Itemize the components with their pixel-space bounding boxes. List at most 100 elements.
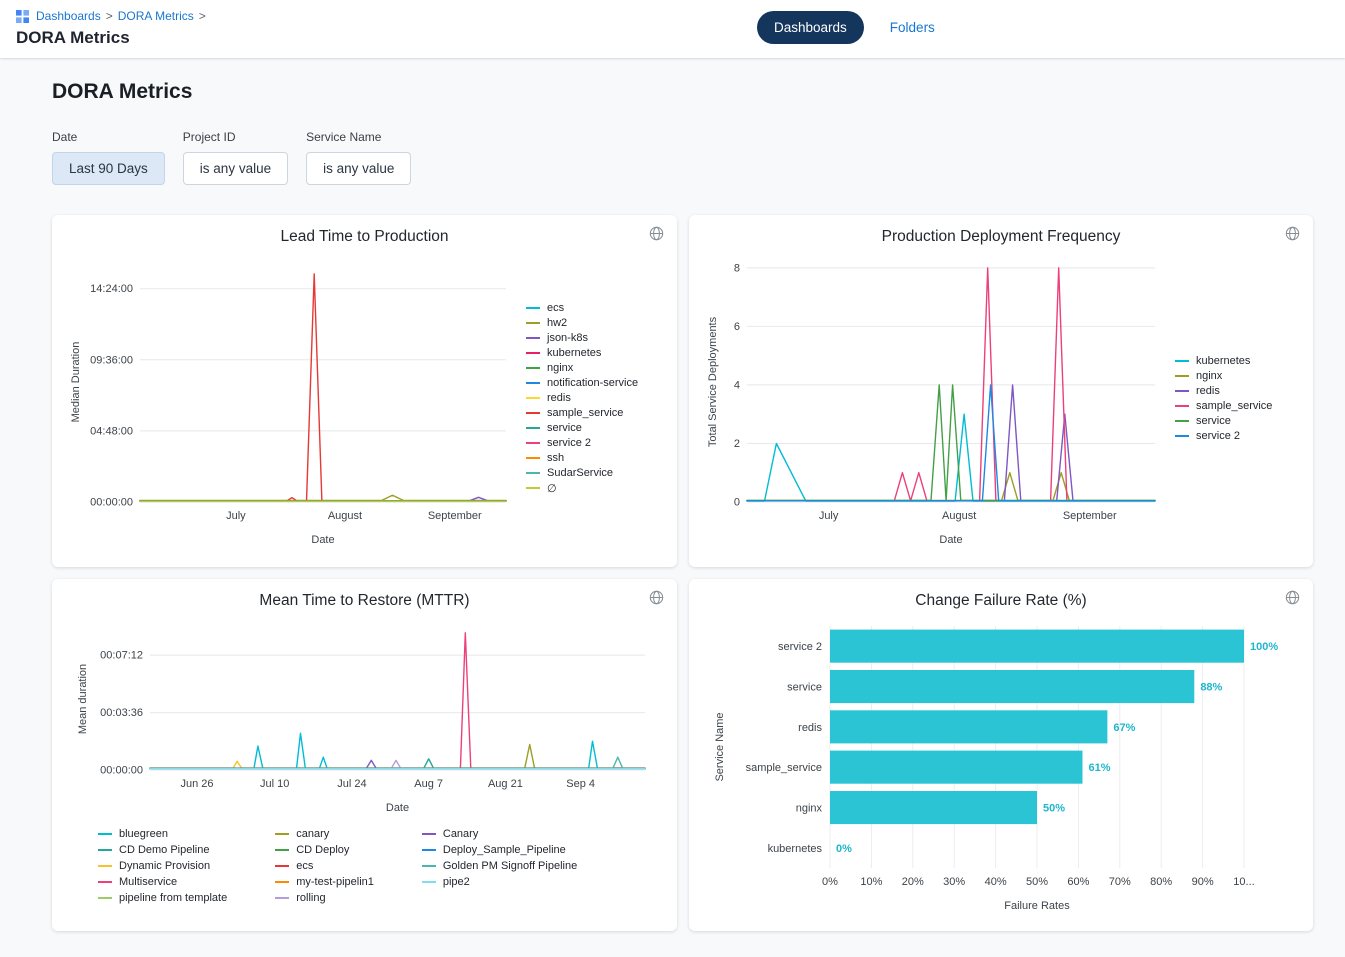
change-failure-rate-chart[interactable]: 0%10%20%30%40%50%60%70%80%90%10...servic… [712, 614, 1290, 914]
legend-swatch [1175, 420, 1189, 422]
legend-swatch [422, 881, 436, 883]
legend-swatch [422, 849, 436, 851]
legend-label: Golden PM Signoff Pipeline [443, 860, 577, 872]
legend-item: ecs [275, 860, 374, 872]
timezone-globe-icon[interactable] [1285, 226, 1300, 241]
filter-project-id: Project ID is any value [183, 130, 288, 185]
legend-item: Deploy_Sample_Pipeline [422, 844, 577, 856]
project-id-filter-button[interactable]: is any value [183, 152, 288, 185]
chart-title-deployment-frequency: Production Deployment Frequency [705, 228, 1297, 246]
legend-item: SudarService [526, 467, 638, 479]
mttr-legend: bluegreen CD Demo Pipeline Dynamic Provisi… [98, 828, 661, 904]
svg-text:Jun 26: Jun 26 [180, 778, 213, 790]
breadcrumb-link-dashboards[interactable]: Dashboards [36, 9, 101, 23]
mttr-chart[interactable]: 00:00:0000:03:3600:07:12Jun 26Jul 10Jul … [75, 614, 655, 816]
timezone-globe-icon[interactable] [1285, 590, 1300, 605]
legend-swatch [1175, 375, 1189, 377]
legend-swatch [275, 833, 289, 835]
card-deployment-frequency: Production Deployment Frequency 02468Jul… [689, 215, 1313, 567]
filter-project-id-label: Project ID [183, 130, 288, 144]
header-title: DORA Metrics [16, 28, 1329, 48]
svg-text:Service Name: Service Name [714, 712, 726, 781]
deployment-frequency-chart[interactable]: 02468JulyAugustSeptemberDateTotal Servic… [705, 248, 1165, 548]
svg-text:14:24:00: 14:24:00 [90, 283, 133, 295]
filter-service-name: Service Name is any value [306, 130, 411, 185]
filter-service-name-label: Service Name [306, 130, 411, 144]
svg-text:90%: 90% [1192, 876, 1214, 888]
legend-label: nginx [547, 362, 573, 374]
legend-swatch [275, 881, 289, 883]
legend-item: kubernetes [1175, 355, 1272, 367]
legend-swatch [1175, 435, 1189, 437]
deployment-frequency-legend: kubernetes nginx redis sample_serviceservic… [1165, 355, 1272, 442]
legend-swatch [526, 442, 540, 444]
legend-item: CD Demo Pipeline [98, 844, 227, 856]
legend-label: SudarService [547, 467, 613, 479]
legend-swatch [98, 833, 112, 835]
filter-date: Date Last 90 Days [52, 130, 165, 185]
svg-text:Total Service Deployments: Total Service Deployments [707, 316, 719, 447]
svg-text:Aug 21: Aug 21 [487, 778, 522, 790]
service-name-filter-button[interactable]: is any value [306, 152, 411, 185]
legend-swatch [526, 412, 540, 414]
svg-text:00:03:36: 00:03:36 [100, 707, 143, 719]
legend-item: redis [526, 392, 638, 404]
svg-text:04:48:00: 04:48:00 [90, 425, 133, 437]
date-filter-button[interactable]: Last 90 Days [52, 152, 165, 185]
legend-label: sample_service [1196, 400, 1272, 412]
tab-folders[interactable]: Folders [890, 20, 935, 35]
legend-item: nginx [526, 362, 638, 374]
dashboard-title: DORA Metrics [52, 80, 1293, 104]
legend-swatch [422, 865, 436, 867]
card-lead-time: Lead Time to Production 00:00:00 04:48:00… [52, 215, 677, 567]
legend-label: kubernetes [547, 347, 601, 359]
legend-item: canary [275, 828, 374, 840]
svg-text:sample_service: sample_service [746, 762, 822, 774]
legend-swatch [275, 897, 289, 899]
legend-label: ssh [547, 452, 564, 464]
svg-text:August: August [328, 510, 362, 522]
svg-text:0%: 0% [822, 876, 838, 888]
legend-item: nginx [1175, 370, 1272, 382]
legend-swatch [526, 382, 540, 384]
legend-item: service 2 [1175, 430, 1272, 442]
breadcrumb: Dashboards > DORA Metrics > [16, 9, 1329, 23]
svg-text:00:00:00: 00:00:00 [100, 765, 143, 777]
svg-text:2: 2 [734, 438, 740, 450]
legend-label: redis [547, 392, 571, 404]
legend-label: ecs [547, 302, 564, 314]
legend-swatch [526, 367, 540, 369]
svg-text:July: July [819, 510, 839, 522]
legend-item: CD Deploy [275, 844, 374, 856]
breadcrumb-link-dora-metrics[interactable]: DORA Metrics [118, 9, 194, 23]
svg-text:50%: 50% [1026, 876, 1048, 888]
chart-title-lead-time: Lead Time to Production [68, 228, 661, 246]
legend-label: service 2 [547, 437, 591, 449]
timezone-globe-icon[interactable] [649, 590, 664, 605]
legend-item: Dynamic Provision [98, 860, 227, 872]
tab-dashboards[interactable]: Dashboards [757, 11, 864, 44]
timezone-globe-icon[interactable] [649, 226, 664, 241]
legend-item: ecs [526, 302, 638, 314]
legend-item: Canary [422, 828, 577, 840]
legend-item: ∅ [526, 482, 638, 495]
charts-grid: Lead Time to Production 00:00:00 04:48:00… [52, 215, 1293, 931]
dashboards-grid-icon [16, 10, 29, 23]
legend-item: bluegreen [98, 828, 227, 840]
legend-label: notification-service [547, 377, 638, 389]
svg-text:Jul 10: Jul 10 [260, 778, 289, 790]
legend-label: Canary [443, 828, 478, 840]
legend-swatch [1175, 360, 1189, 362]
svg-text:Median Duration: Median Duration [70, 342, 82, 423]
legend-label: canary [296, 828, 329, 840]
legend-label: Dynamic Provision [119, 860, 210, 872]
svg-text:00:00:00: 00:00:00 [90, 497, 133, 509]
legend-item: Golden PM Signoff Pipeline [422, 860, 577, 872]
legend-label: pipeline from template [119, 892, 227, 904]
legend-swatch [98, 865, 112, 867]
legend-item: sample_service [1175, 400, 1272, 412]
lead-time-chart[interactable]: 00:00:0004:48:0009:36:0014:24:00JulyAugu… [68, 248, 516, 548]
legend-swatch [526, 472, 540, 474]
legend-label: redis [1196, 385, 1220, 397]
lead-time-chart-area: 00:00:0004:48:0009:36:0014:24:00JulyAugu… [68, 248, 661, 548]
